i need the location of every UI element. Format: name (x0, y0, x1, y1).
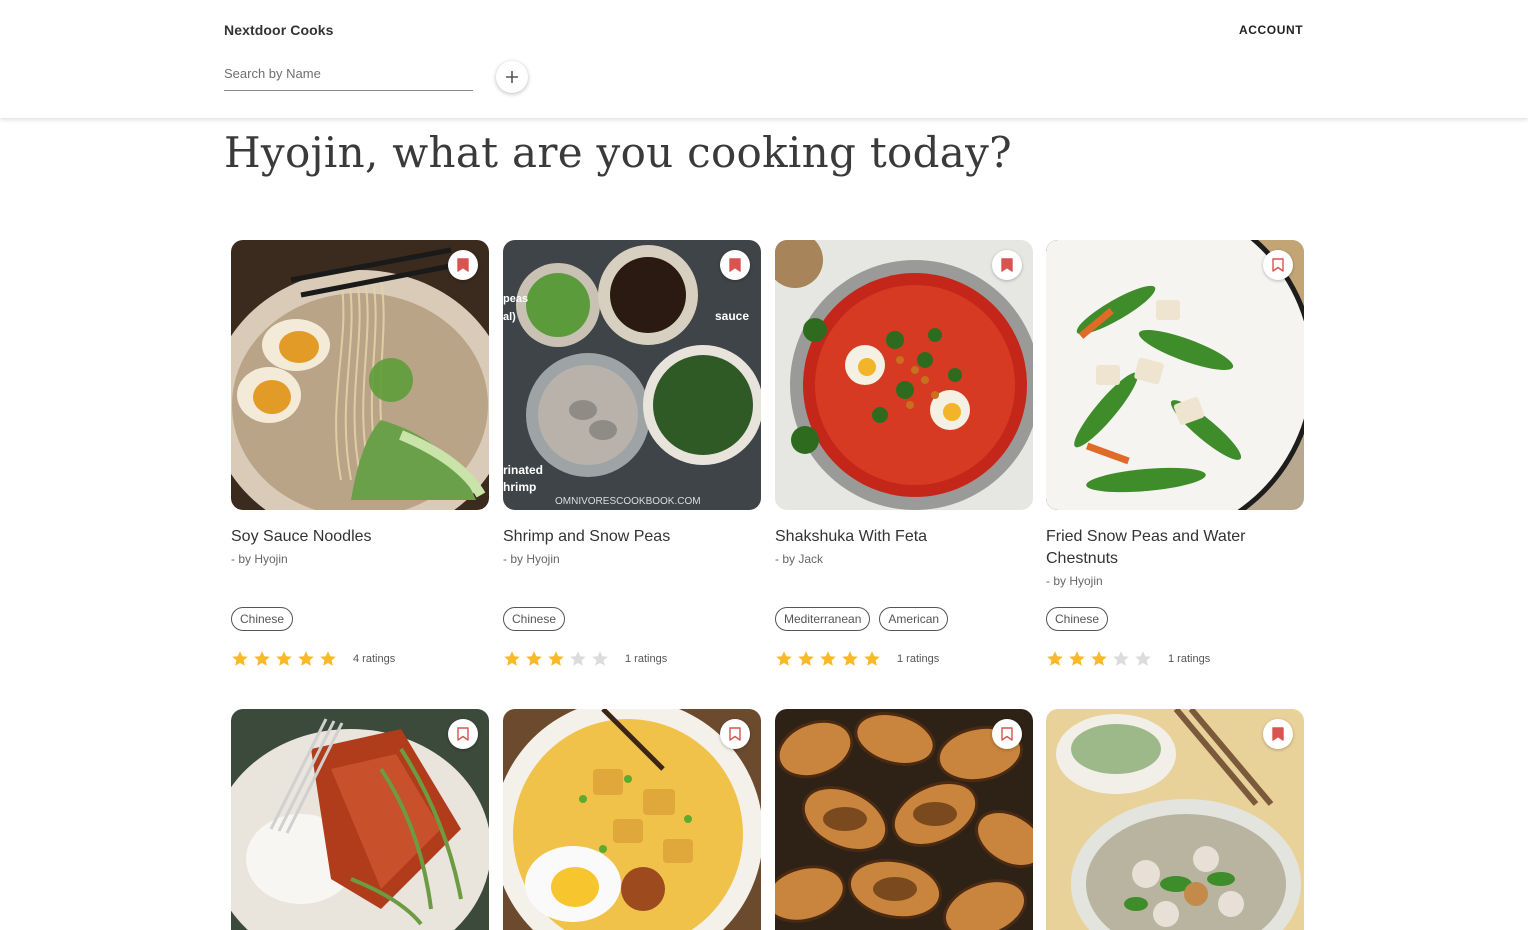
star-filled-icon[interactable] (1068, 650, 1086, 668)
image-label: sauce (715, 309, 749, 323)
snow-peas-photo (1046, 240, 1304, 510)
recipe-image[interactable] (775, 240, 1033, 510)
bookmark-button[interactable] (448, 719, 478, 749)
bookmark-filled-icon (457, 258, 469, 272)
recipe-image[interactable]: peas al) sauce rinated hrimp OMNIVORESCO… (503, 240, 761, 510)
bookmark-outline-icon (1272, 258, 1284, 272)
recipe-image[interactable] (231, 240, 489, 510)
tag-list: Chinese (503, 607, 566, 631)
recipe-card[interactable] (231, 709, 489, 930)
tag-chip[interactable]: Chinese (503, 607, 566, 631)
search-field[interactable] (224, 60, 473, 91)
account-button[interactable]: ACCOUNT (1239, 23, 1303, 37)
brand-title[interactable]: Nextdoor Cooks (224, 22, 334, 38)
recipe-card[interactable] (503, 709, 761, 930)
star-filled-icon[interactable] (319, 650, 337, 668)
tag-chip[interactable]: American (879, 607, 949, 631)
tag-chip[interactable]: Chinese (1046, 607, 1109, 631)
shakshuka-photo (775, 240, 1033, 510)
tag-list: Chinese (231, 607, 294, 631)
star-filled-icon[interactable] (1046, 650, 1064, 668)
star-empty-icon[interactable] (591, 650, 609, 668)
rating: 1 ratings (775, 650, 939, 668)
page-greeting: Hyojin, what are you cooking today? (224, 128, 1012, 177)
recipe-author: - by Hyojin (231, 552, 288, 566)
image-label: hrimp (503, 480, 536, 494)
recipe-author: - by Jack (775, 552, 824, 566)
tag-chip[interactable]: Chinese (231, 607, 294, 631)
recipe-image[interactable] (1046, 709, 1304, 930)
rating: 1 ratings (503, 650, 667, 668)
plus-icon (506, 71, 518, 83)
star-filled-icon[interactable] (819, 650, 837, 668)
bookmark-button[interactable] (720, 719, 750, 749)
bookmark-filled-icon (1272, 727, 1284, 741)
ratings-count: 1 ratings (1168, 653, 1211, 665)
recipe-author: - by Hyojin (503, 552, 560, 566)
bookmark-button[interactable] (992, 250, 1022, 280)
shrimp-ingredients-photo: peas al) sauce rinated hrimp OMNIVORESCO… (503, 240, 761, 510)
bookmark-button[interactable] (992, 719, 1022, 749)
star-filled-icon[interactable] (503, 650, 521, 668)
rating: 4 ratings (231, 650, 395, 668)
image-label: rinated (503, 463, 543, 477)
recipe-card[interactable] (1046, 709, 1304, 930)
star-filled-icon[interactable] (547, 650, 565, 668)
bookmark-outline-icon (1001, 727, 1013, 741)
bookmark-button[interactable] (448, 250, 478, 280)
tag-list: Mediterranean American (775, 607, 949, 631)
star-rating[interactable] (231, 650, 337, 668)
recipe-image[interactable] (231, 709, 489, 930)
star-filled-icon[interactable] (797, 650, 815, 668)
recipe-title[interactable]: Soy Sauce Noodles (231, 526, 489, 548)
search-input[interactable] (224, 60, 473, 81)
star-filled-icon[interactable] (775, 650, 793, 668)
star-empty-icon[interactable] (1134, 650, 1152, 668)
tag-chip[interactable]: Mediterranean (775, 607, 871, 631)
star-rating[interactable] (1046, 650, 1152, 668)
image-label: peas (503, 293, 528, 305)
star-rating[interactable] (503, 650, 609, 668)
star-filled-icon[interactable] (253, 650, 271, 668)
recipe-card[interactable]: Shakshuka With Feta - by Jack Mediterran… (775, 240, 1033, 680)
bookmark-button[interactable] (720, 250, 750, 280)
tag-list: Chinese (1046, 607, 1109, 631)
app-header: Nextdoor Cooks ACCOUNT (0, 0, 1528, 118)
recipe-title[interactable]: Fried Snow Peas and Water Chestnuts (1046, 526, 1304, 570)
recipe-title[interactable]: Shrimp and Snow Peas (503, 526, 761, 548)
star-filled-icon[interactable] (1090, 650, 1108, 668)
noodle-bowl-photo (231, 240, 489, 510)
star-filled-icon[interactable] (231, 650, 249, 668)
rating: 1 ratings (1046, 650, 1210, 668)
ratings-count: 1 ratings (897, 653, 940, 665)
recipe-title[interactable]: Shakshuka With Feta (775, 526, 1033, 548)
bookmark-button[interactable] (1263, 250, 1293, 280)
ratings-count: 1 ratings (625, 653, 668, 665)
recipe-author: - by Hyojin (1046, 574, 1103, 588)
recipe-card[interactable]: Soy Sauce Noodles - by Hyojin Chinese 4 … (231, 240, 489, 680)
star-empty-icon[interactable] (1112, 650, 1130, 668)
star-filled-icon[interactable] (841, 650, 859, 668)
recipe-image[interactable] (503, 709, 761, 930)
star-filled-icon[interactable] (297, 650, 315, 668)
bookmark-outline-icon (457, 727, 469, 741)
star-filled-icon[interactable] (275, 650, 293, 668)
recipe-card[interactable]: peas al) sauce rinated hrimp OMNIVORESCO… (503, 240, 761, 680)
star-empty-icon[interactable] (569, 650, 587, 668)
star-filled-icon[interactable] (863, 650, 881, 668)
recipe-image[interactable] (1046, 240, 1304, 510)
star-rating[interactable] (775, 650, 881, 668)
image-label: al) (503, 311, 516, 323)
recipe-image[interactable] (775, 709, 1033, 930)
image-watermark: OMNIVORESCOOKBOOK.COM (555, 496, 701, 507)
add-recipe-button[interactable] (496, 61, 528, 93)
ratings-count: 4 ratings (353, 653, 396, 665)
recipe-card[interactable]: Fried Snow Peas and Water Chestnuts - by… (1046, 240, 1304, 680)
bookmark-filled-icon (729, 258, 741, 272)
bookmark-outline-icon (729, 727, 741, 741)
recipe-card[interactable] (775, 709, 1033, 930)
bookmark-button[interactable] (1263, 719, 1293, 749)
star-filled-icon[interactable] (525, 650, 543, 668)
bookmark-filled-icon (1001, 258, 1013, 272)
